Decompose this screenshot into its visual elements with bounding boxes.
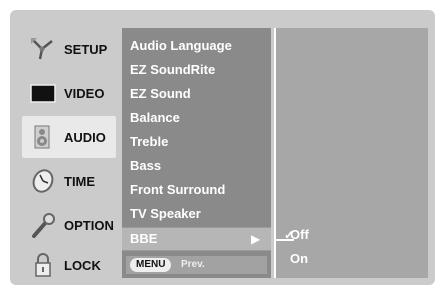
- option-off[interactable]: ✓ Off: [284, 224, 309, 246]
- antenna-icon: [31, 38, 53, 60]
- options-pane: ✓ Off On: [274, 28, 428, 278]
- nav-label: TIME: [64, 173, 96, 189]
- category-nav: SETUP VIDEO AUDIO TIME OPTION LOCK: [22, 28, 116, 284]
- nav-label: VIDEO: [64, 85, 105, 101]
- menu-item-treble[interactable]: Treble: [130, 131, 168, 153]
- nav-item-time[interactable]: TIME: [22, 160, 116, 202]
- menu-button[interactable]: MENU: [130, 258, 172, 272]
- menu-item-audio-language[interactable]: Audio Language: [130, 35, 232, 57]
- nav-item-lock[interactable]: LOCK: [22, 248, 116, 282]
- lock-icon: [35, 253, 51, 277]
- tv-icon: [30, 84, 56, 103]
- menu-item-bbe[interactable]: BBE ▶: [122, 227, 271, 251]
- nav-label: LOCK: [64, 257, 101, 273]
- menu-item-bbe-label: BBE: [130, 231, 158, 246]
- nav-label: AUDIO: [64, 129, 106, 145]
- nav-item-setup[interactable]: SETUP: [22, 28, 116, 70]
- menu-item-bass[interactable]: Bass: [130, 155, 161, 177]
- menu-item-ez-soundrite[interactable]: EZ SoundRite: [130, 59, 215, 81]
- prev-label: Prev.: [181, 259, 205, 270]
- option-on[interactable]: On: [290, 248, 308, 270]
- checkmark-icon: ✓: [284, 228, 295, 242]
- clock-icon: [32, 169, 54, 193]
- nav-label: SETUP: [64, 41, 108, 57]
- speaker-icon: [34, 125, 50, 149]
- nav-label: OPTION: [64, 217, 114, 233]
- menu-item-balance[interactable]: Balance: [130, 107, 180, 129]
- nav-item-audio[interactable]: AUDIO: [22, 116, 116, 158]
- menu-item-front-surround[interactable]: Front Surround: [130, 179, 225, 201]
- menu-footer: MENU Prev.: [126, 256, 267, 274]
- arrow-right-icon: ▶: [251, 232, 261, 246]
- nav-item-video[interactable]: VIDEO: [22, 72, 116, 114]
- wrench-icon: [32, 213, 55, 238]
- audio-menu: Audio Language EZ SoundRite EZ Sound Bal…: [122, 28, 271, 278]
- menu-item-tv-speaker[interactable]: TV Speaker: [130, 203, 201, 225]
- nav-item-option[interactable]: OPTION: [22, 204, 116, 246]
- option-on-label: On: [290, 251, 309, 266]
- menu-item-ez-sound[interactable]: EZ Sound: [130, 83, 191, 105]
